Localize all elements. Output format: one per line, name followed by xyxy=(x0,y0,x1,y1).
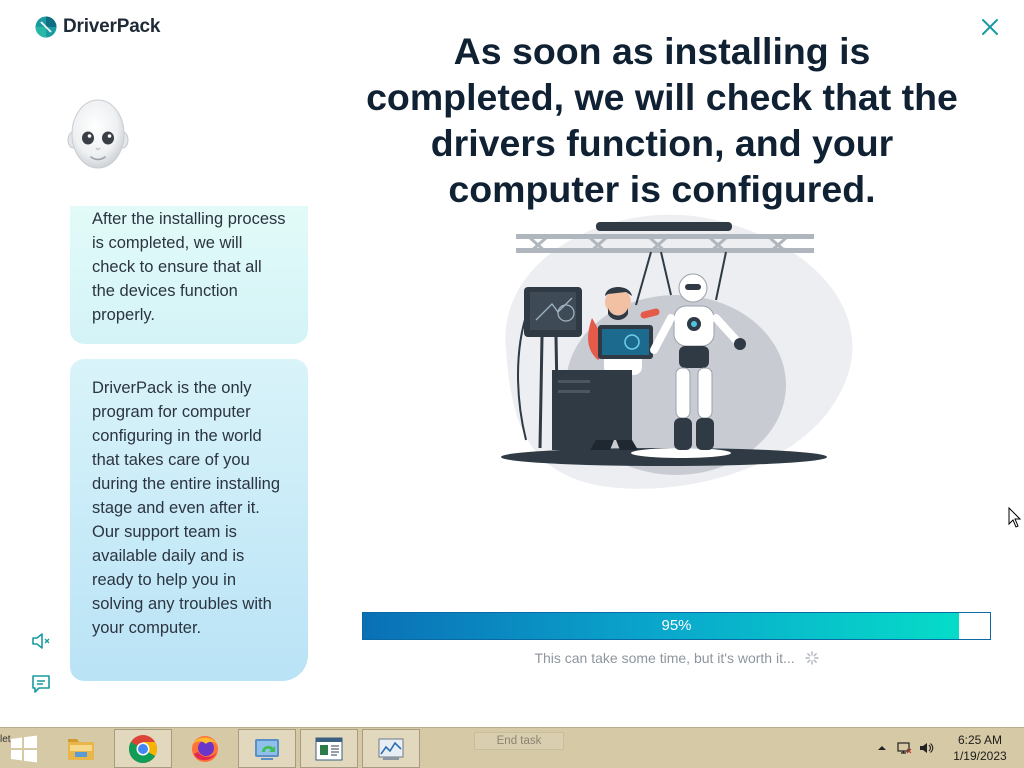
document-window-icon xyxy=(315,737,343,760)
firefox-icon xyxy=(192,735,218,762)
volume-icon[interactable] xyxy=(918,740,934,756)
progress-hint: This can take some time, but it's worth … xyxy=(362,650,991,666)
driverpack-installer-icon xyxy=(255,738,279,760)
install-progress-bar: 95% xyxy=(362,612,991,640)
chat-bubble: DriverPack is the only program for compu… xyxy=(70,359,308,681)
system-tray xyxy=(874,740,934,756)
assistant-avatar xyxy=(67,99,129,169)
speaker-mute-icon xyxy=(32,633,50,649)
logo-text: DriverPack xyxy=(63,16,161,37)
taskbar-firefox[interactable] xyxy=(176,729,234,768)
taskbar-driverpack[interactable] xyxy=(238,729,296,768)
headline: As soon as installing is completed, we w… xyxy=(366,30,958,210)
taskbar-performance-monitor[interactable] xyxy=(362,729,420,768)
taskbar-chrome[interactable] xyxy=(114,729,172,768)
close-icon xyxy=(982,19,998,35)
clock-time: 6:25 AM xyxy=(957,733,1003,747)
chat-bubble: After the installing process is complete… xyxy=(70,206,308,344)
performance-monitor-icon xyxy=(378,738,404,760)
mouse-pointer-icon xyxy=(1008,507,1022,528)
network-icon[interactable] xyxy=(896,740,912,756)
mute-button[interactable] xyxy=(30,630,52,652)
close-button[interactable] xyxy=(978,15,1002,39)
start-button[interactable] xyxy=(8,734,40,764)
loading-spinner-icon xyxy=(804,651,819,665)
chat-icon xyxy=(32,675,50,693)
taskbar-document[interactable] xyxy=(300,729,358,768)
chat-button[interactable] xyxy=(30,673,52,695)
windows-logo-icon xyxy=(11,735,37,763)
progress-percent: 95% xyxy=(661,617,692,634)
chrome-icon xyxy=(129,734,157,763)
folder-icon xyxy=(68,738,94,760)
progress-hint-text: This can take some time, but it's worth … xyxy=(534,650,795,666)
taskbar-clock[interactable]: 6:25 AM 1/19/2023 xyxy=(946,732,1014,764)
windows-taskbar: let End task 6:25 AM 1/19/2023 xyxy=(0,727,1024,768)
driverpack-logo: DriverPack xyxy=(35,16,160,38)
driverpack-window: DriverPack After the installing process … xyxy=(0,0,1024,727)
end-task-button[interactable]: End task xyxy=(474,732,564,750)
engineer-robot-illustration xyxy=(501,214,853,489)
show-hidden-icons-icon[interactable] xyxy=(874,740,890,756)
clock-date: 1/19/2023 xyxy=(953,749,1007,763)
taskbar-file-explorer[interactable] xyxy=(52,729,110,768)
driverpack-logo-icon xyxy=(35,16,57,38)
